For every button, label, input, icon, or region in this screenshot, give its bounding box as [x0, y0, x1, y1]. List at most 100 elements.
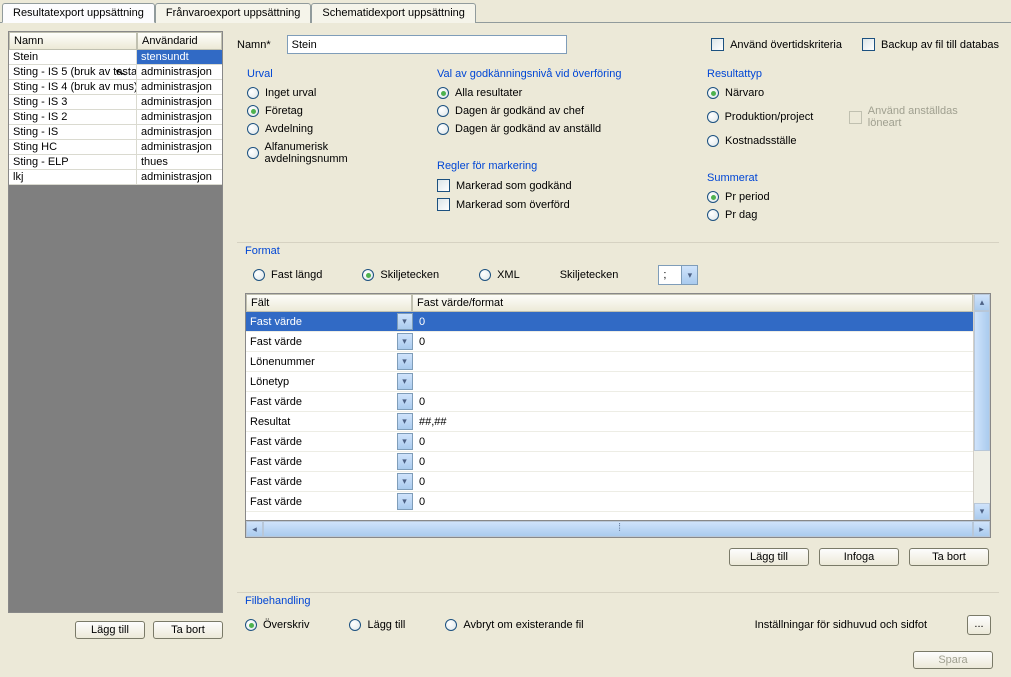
- grid-cell-dropdown[interactable]: ▾: [396, 352, 413, 371]
- list-row[interactable]: lkjadministrasjon: [9, 170, 222, 185]
- scroll-down-icon[interactable]: ▾: [974, 503, 990, 520]
- list-cell-user: stensundt: [137, 50, 222, 64]
- list-row[interactable]: Sting - IS 4 (bruk av mus)administrasjon: [9, 80, 222, 95]
- list-add-button[interactable]: Lägg till: [75, 621, 145, 639]
- grid-remove-button[interactable]: Ta bort: [909, 548, 989, 566]
- format-delim-radio[interactable]: [362, 269, 374, 281]
- mark-approved-check[interactable]: [437, 179, 450, 192]
- scroll-thumb[interactable]: [974, 311, 990, 451]
- list-cell-user: administrasjon: [137, 95, 222, 109]
- overtime-checkbox[interactable]: [711, 38, 724, 51]
- scroll-left-icon[interactable]: ◂: [246, 521, 263, 537]
- list-cell-user: thues: [137, 155, 222, 169]
- overtime-label: Använd övertidskriteria: [730, 39, 842, 51]
- urval-legend: Urval: [247, 68, 407, 84]
- grid-row[interactable]: Fast värde▾0: [246, 452, 973, 472]
- grid-row[interactable]: Fast värde▾0: [246, 312, 973, 332]
- format-fixed-radio[interactable]: [253, 269, 265, 281]
- grid-row[interactable]: Lönetyp▾: [246, 372, 973, 392]
- grid-header-field[interactable]: Fält: [246, 294, 412, 312]
- summarized-legend: Summerat: [707, 172, 989, 188]
- chevron-down-icon: ▾: [397, 353, 413, 370]
- hscroll-thumb[interactable]: [263, 521, 973, 537]
- file-overwrite-radio[interactable]: [245, 619, 257, 631]
- approval-emp-radio[interactable]: [437, 123, 449, 135]
- result-cost-label: Kostnadsställe: [725, 135, 797, 147]
- backup-label: Backup av fil till databas: [881, 39, 999, 51]
- grid-cell-field: Fast värde: [246, 472, 396, 491]
- grid-row[interactable]: Fast värde▾0: [246, 472, 973, 492]
- grid-cell-dropdown[interactable]: ▾: [396, 432, 413, 451]
- grid-add-button[interactable]: Lägg till: [729, 548, 809, 566]
- scroll-right-icon[interactable]: ▸: [973, 521, 990, 537]
- scroll-up-icon[interactable]: ▴: [974, 294, 990, 311]
- list-cell-user: administrasjon: [137, 125, 222, 139]
- use-salary-label: Använd anställdas löneart: [868, 105, 989, 129]
- grid-cell-dropdown[interactable]: ▾: [396, 312, 413, 331]
- list-cell-name: Sting - IS 3: [9, 95, 137, 109]
- list-row[interactable]: Sting - IS 2administrasjon: [9, 110, 222, 125]
- grid-cell-dropdown[interactable]: ▾: [396, 452, 413, 471]
- result-production-radio[interactable]: [707, 111, 719, 123]
- urval-dept-radio[interactable]: [247, 123, 259, 135]
- urval-company-radio[interactable]: [247, 105, 259, 117]
- grid-cell-dropdown[interactable]: ▾: [396, 472, 413, 491]
- file-append-radio[interactable]: [349, 619, 361, 631]
- grid-cell-dropdown[interactable]: ▾: [396, 492, 413, 511]
- backup-checkbox[interactable]: [862, 38, 875, 51]
- grid-cell-dropdown[interactable]: ▾: [396, 372, 413, 391]
- grid-row[interactable]: Fast värde▾0: [246, 432, 973, 452]
- name-input[interactable]: [287, 35, 567, 54]
- grid-cell-format: [413, 352, 973, 371]
- list-header-name[interactable]: Namn: [9, 32, 137, 50]
- list-row[interactable]: Sting - ISadministrasjon: [9, 125, 222, 140]
- list-header-user[interactable]: Användarid: [137, 32, 222, 50]
- chevron-down-icon: ▾: [397, 453, 413, 470]
- grid-row[interactable]: Fast värde▾0: [246, 332, 973, 352]
- format-delim-label: Skiljetecken: [380, 269, 439, 281]
- list-row[interactable]: Sting HCadministrasjon: [9, 140, 222, 155]
- sum-day-radio[interactable]: [707, 209, 719, 221]
- tab-absence-export[interactable]: Frånvaroexport uppsättning: [155, 3, 312, 23]
- result-presence-radio[interactable]: [707, 87, 719, 99]
- format-group: Format Fast längd Skiljetecken XML Skilj…: [237, 242, 999, 580]
- list-row[interactable]: Sting - IS 5 (bruk av tastatuadministras…: [9, 65, 222, 80]
- grid-row[interactable]: Lönenummer▾: [246, 352, 973, 372]
- tab-schedule-export[interactable]: Schematidexport uppsättning: [311, 3, 475, 23]
- grid-cell-format: 0: [413, 472, 973, 491]
- approval-all-radio[interactable]: [437, 87, 449, 99]
- grid-cell-field: Fast värde: [246, 312, 396, 331]
- list-row[interactable]: Sting - IS 3administrasjon: [9, 95, 222, 110]
- grid-cell-field: Fast värde: [246, 452, 396, 471]
- mark-transferred-check[interactable]: [437, 198, 450, 211]
- use-salary-check: [849, 111, 862, 124]
- urval-alfa-radio[interactable]: [247, 147, 259, 159]
- urval-none-radio[interactable]: [247, 87, 259, 99]
- grid-vscroll[interactable]: ▴ ▾: [973, 294, 990, 520]
- grid-insert-button[interactable]: Infoga: [819, 548, 899, 566]
- list-row[interactable]: Steinstensundt: [9, 50, 222, 65]
- list-row[interactable]: Sting - ELPthues: [9, 155, 222, 170]
- format-xml-radio[interactable]: [479, 269, 491, 281]
- list-cell-name: Sting - IS 4 (bruk av mus): [9, 80, 137, 94]
- save-button[interactable]: Spara: [913, 651, 993, 669]
- tab-result-export[interactable]: Resultatexport uppsättning: [2, 3, 155, 23]
- grid-hscroll[interactable]: ◂ ▸: [245, 521, 991, 538]
- chevron-down-icon: ▾: [397, 493, 413, 510]
- list-remove-button[interactable]: Ta bort: [153, 621, 223, 639]
- delim-select[interactable]: ; ▾: [658, 265, 698, 285]
- header-footer-button[interactable]: ...: [967, 615, 991, 635]
- sum-period-radio[interactable]: [707, 191, 719, 203]
- grid-row[interactable]: Fast värde▾0: [246, 492, 973, 512]
- urval-company-label: Företag: [265, 105, 303, 117]
- grid-cell-dropdown[interactable]: ▾: [396, 332, 413, 351]
- grid-cell-dropdown[interactable]: ▾: [396, 392, 413, 411]
- list-cell-user: administrasjon: [137, 80, 222, 94]
- grid-row[interactable]: Fast värde▾0: [246, 392, 973, 412]
- approval-boss-radio[interactable]: [437, 105, 449, 117]
- grid-row[interactable]: Resultat▾##,##: [246, 412, 973, 432]
- file-abort-radio[interactable]: [445, 619, 457, 631]
- grid-cell-dropdown[interactable]: ▾: [396, 412, 413, 431]
- grid-header-format[interactable]: Fast värde/format: [412, 294, 973, 312]
- result-cost-radio[interactable]: [707, 135, 719, 147]
